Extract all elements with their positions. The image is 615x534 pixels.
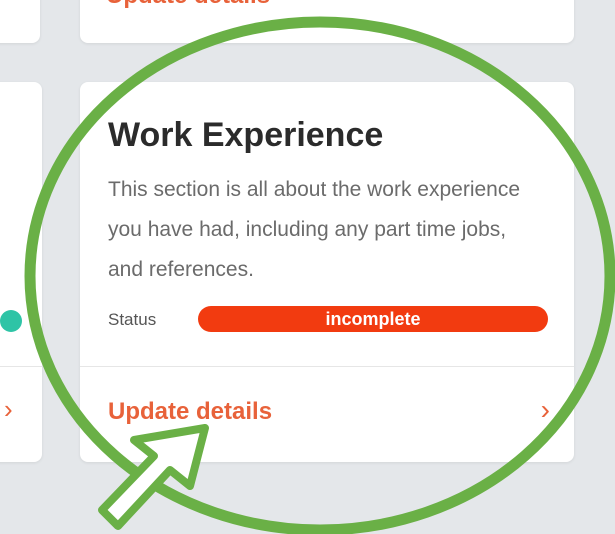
work-experience-card: Work Experience This section is all abou… [80, 82, 574, 462]
left-card: › [0, 82, 42, 462]
left-divider [0, 366, 42, 367]
chevron-right-icon[interactable]: › [541, 0, 550, 9]
card-description: This section is all about the work exper… [108, 178, 521, 281]
top-right-card: Update details › [80, 0, 574, 43]
card-title: Work Experience [108, 116, 384, 154]
status-badge: incomplete [198, 306, 548, 332]
update-details-link[interactable]: Update details [108, 398, 272, 426]
status-dot [0, 310, 22, 332]
top-update-details-link[interactable]: Update details [106, 0, 270, 10]
chevron-right-icon[interactable]: › [541, 394, 550, 426]
card-divider [80, 366, 574, 367]
top-left-card [0, 0, 40, 43]
status-label: Status [108, 310, 157, 329]
chevron-right-icon[interactable]: › [4, 394, 13, 425]
